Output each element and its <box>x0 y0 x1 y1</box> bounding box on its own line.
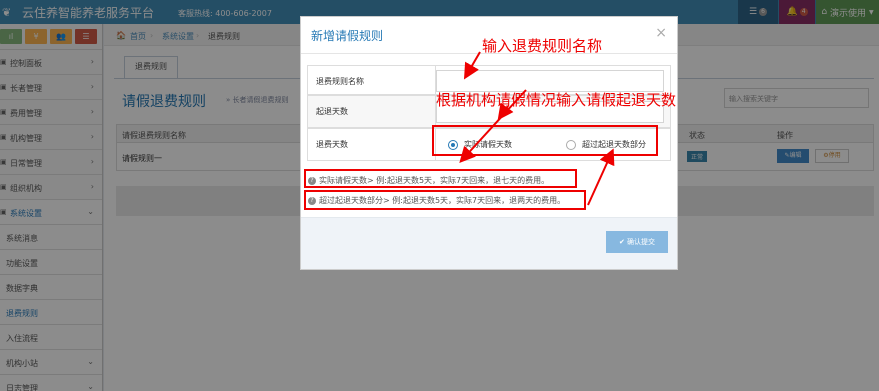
arrow-to-name-input <box>463 51 481 80</box>
annotation-arrows <box>459 51 615 206</box>
arrow-to-radio-exceed <box>587 148 615 206</box>
arrow-to-hint1 <box>459 89 527 163</box>
